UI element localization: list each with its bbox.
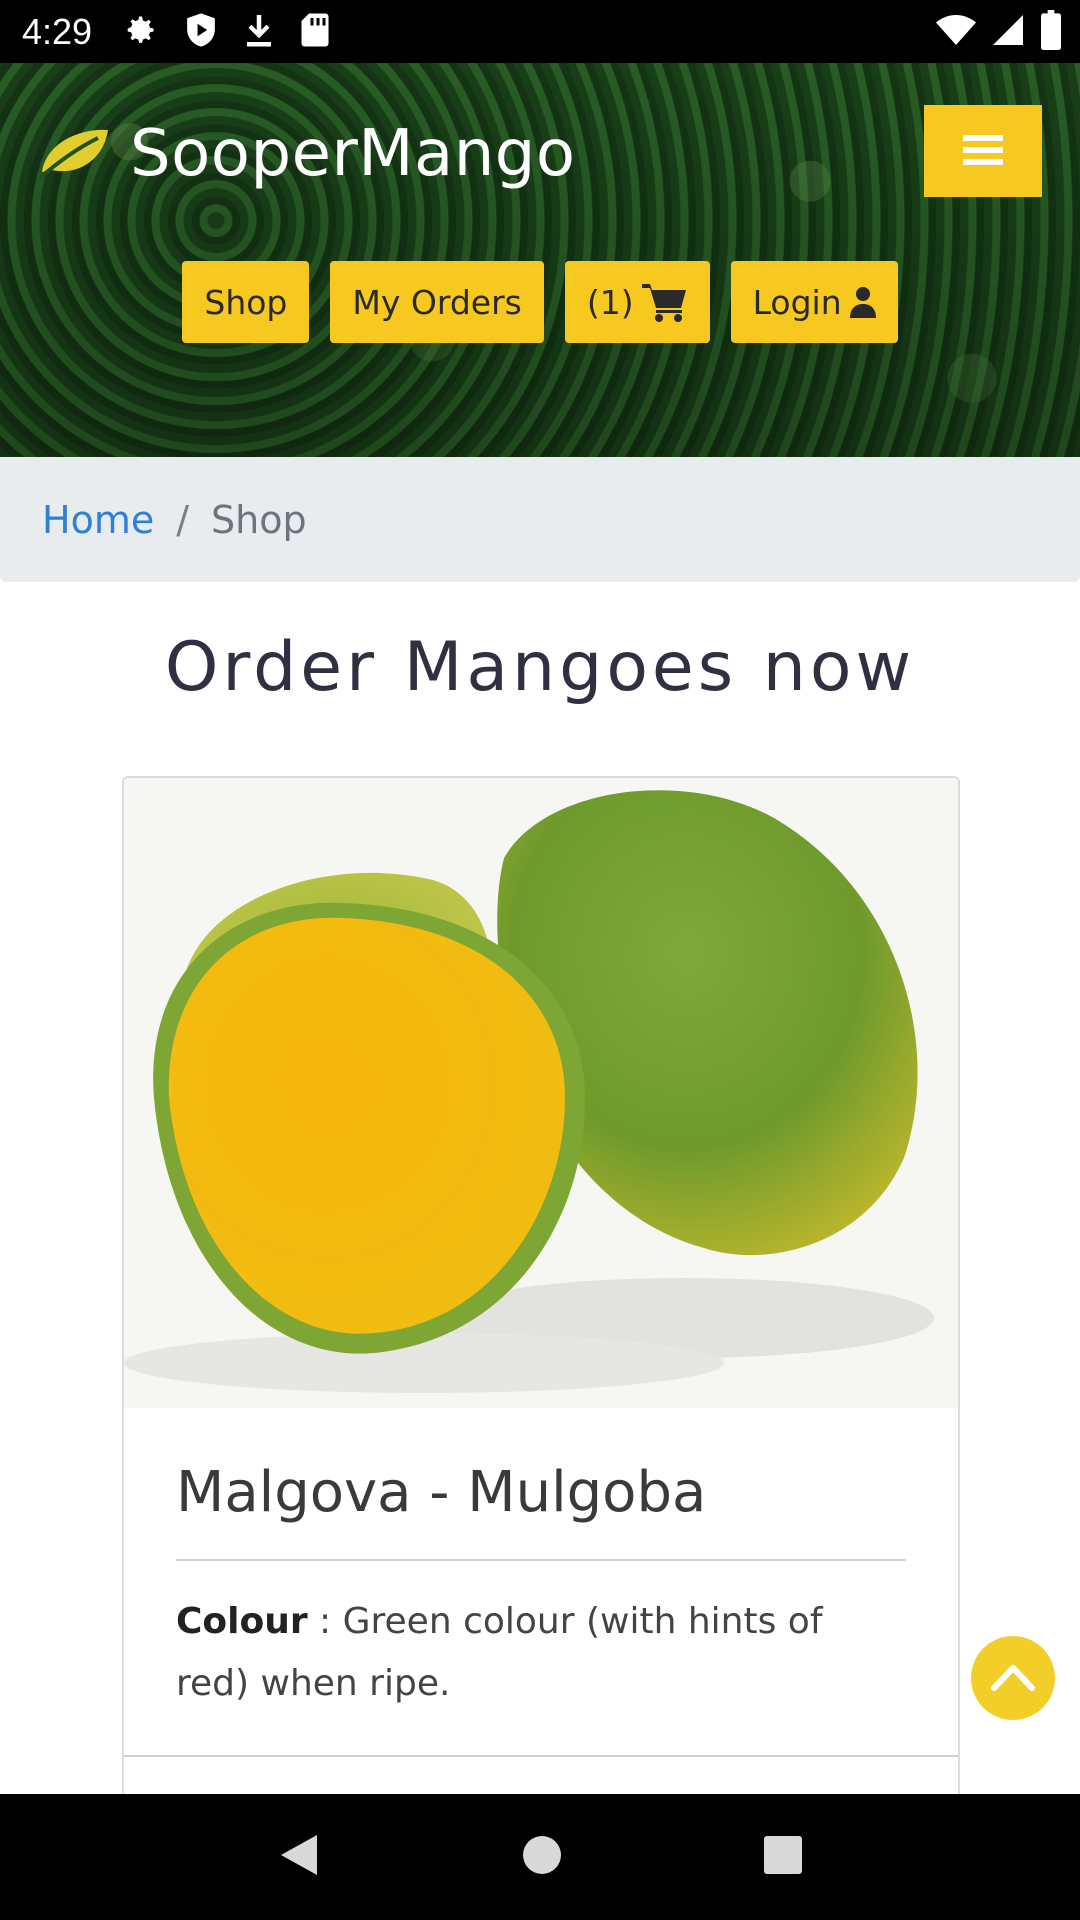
nav-login-label: Login bbox=[752, 282, 842, 322]
status-bar: 4:29 bbox=[0, 0, 1080, 63]
nav-shop-label: Shop bbox=[204, 282, 288, 322]
nav-my-orders-label: My Orders bbox=[352, 282, 522, 322]
menu-toggle-button[interactable] bbox=[924, 105, 1042, 197]
sd-card-icon bbox=[300, 12, 330, 52]
breadcrumb-separator: / bbox=[176, 497, 190, 542]
cart-count: (1) bbox=[586, 282, 634, 322]
nav-shop-button[interactable]: Shop bbox=[182, 261, 310, 343]
brand[interactable]: SooperMango bbox=[38, 117, 576, 191]
page-title: Order Mangoes now bbox=[164, 628, 916, 707]
product-name: Malgova - Mulgoba bbox=[176, 1460, 906, 1561]
screen: 4:29 SooperMango Shop My Orders (1) Logi… bbox=[0, 0, 1080, 1920]
home-icon[interactable] bbox=[521, 1834, 563, 1880]
android-nav-bar bbox=[0, 1794, 1080, 1920]
recents-icon[interactable] bbox=[763, 1835, 803, 1879]
product-attribute-colour: Colour : Green colour (with hints of red… bbox=[124, 1561, 958, 1757]
shield-play-icon bbox=[184, 12, 218, 52]
brand-name: SooperMango bbox=[130, 117, 576, 191]
hamburger-icon bbox=[963, 133, 1003, 170]
user-icon bbox=[849, 286, 876, 318]
breadcrumb-home-link[interactable]: Home bbox=[42, 498, 154, 542]
product-image[interactable] bbox=[124, 778, 958, 1408]
back-icon[interactable] bbox=[277, 1831, 321, 1883]
battery-icon bbox=[1040, 10, 1062, 54]
leaf-icon bbox=[38, 124, 110, 184]
attribute-label: Colour bbox=[176, 1601, 308, 1642]
nav-login-button[interactable]: Login bbox=[730, 261, 898, 343]
status-right-icons bbox=[936, 10, 1062, 54]
cart-icon bbox=[641, 282, 688, 322]
gear-icon bbox=[122, 12, 158, 52]
breadcrumb-current: Shop bbox=[211, 497, 307, 542]
wifi-icon bbox=[936, 10, 976, 54]
product-card-body: Malgova - Mulgoba bbox=[124, 1408, 958, 1561]
nav-cart-button[interactable]: (1) bbox=[564, 261, 710, 343]
signal-icon bbox=[990, 10, 1026, 54]
product-card[interactable]: Malgova - Mulgoba Colour : Green colour … bbox=[122, 776, 960, 1920]
nav-my-orders-button[interactable]: My Orders bbox=[330, 261, 544, 343]
main-nav: Shop My Orders (1) Login bbox=[0, 261, 1080, 343]
download-icon bbox=[244, 12, 274, 52]
chevron-up-icon bbox=[990, 1662, 1036, 1695]
site-header: SooperMango Shop My Orders (1) Login bbox=[0, 63, 1080, 457]
status-left-icons bbox=[122, 12, 330, 52]
breadcrumb: Home / Shop bbox=[0, 457, 1080, 582]
scroll-to-top-button[interactable] bbox=[971, 1636, 1055, 1720]
status-time: 4:29 bbox=[22, 10, 93, 52]
